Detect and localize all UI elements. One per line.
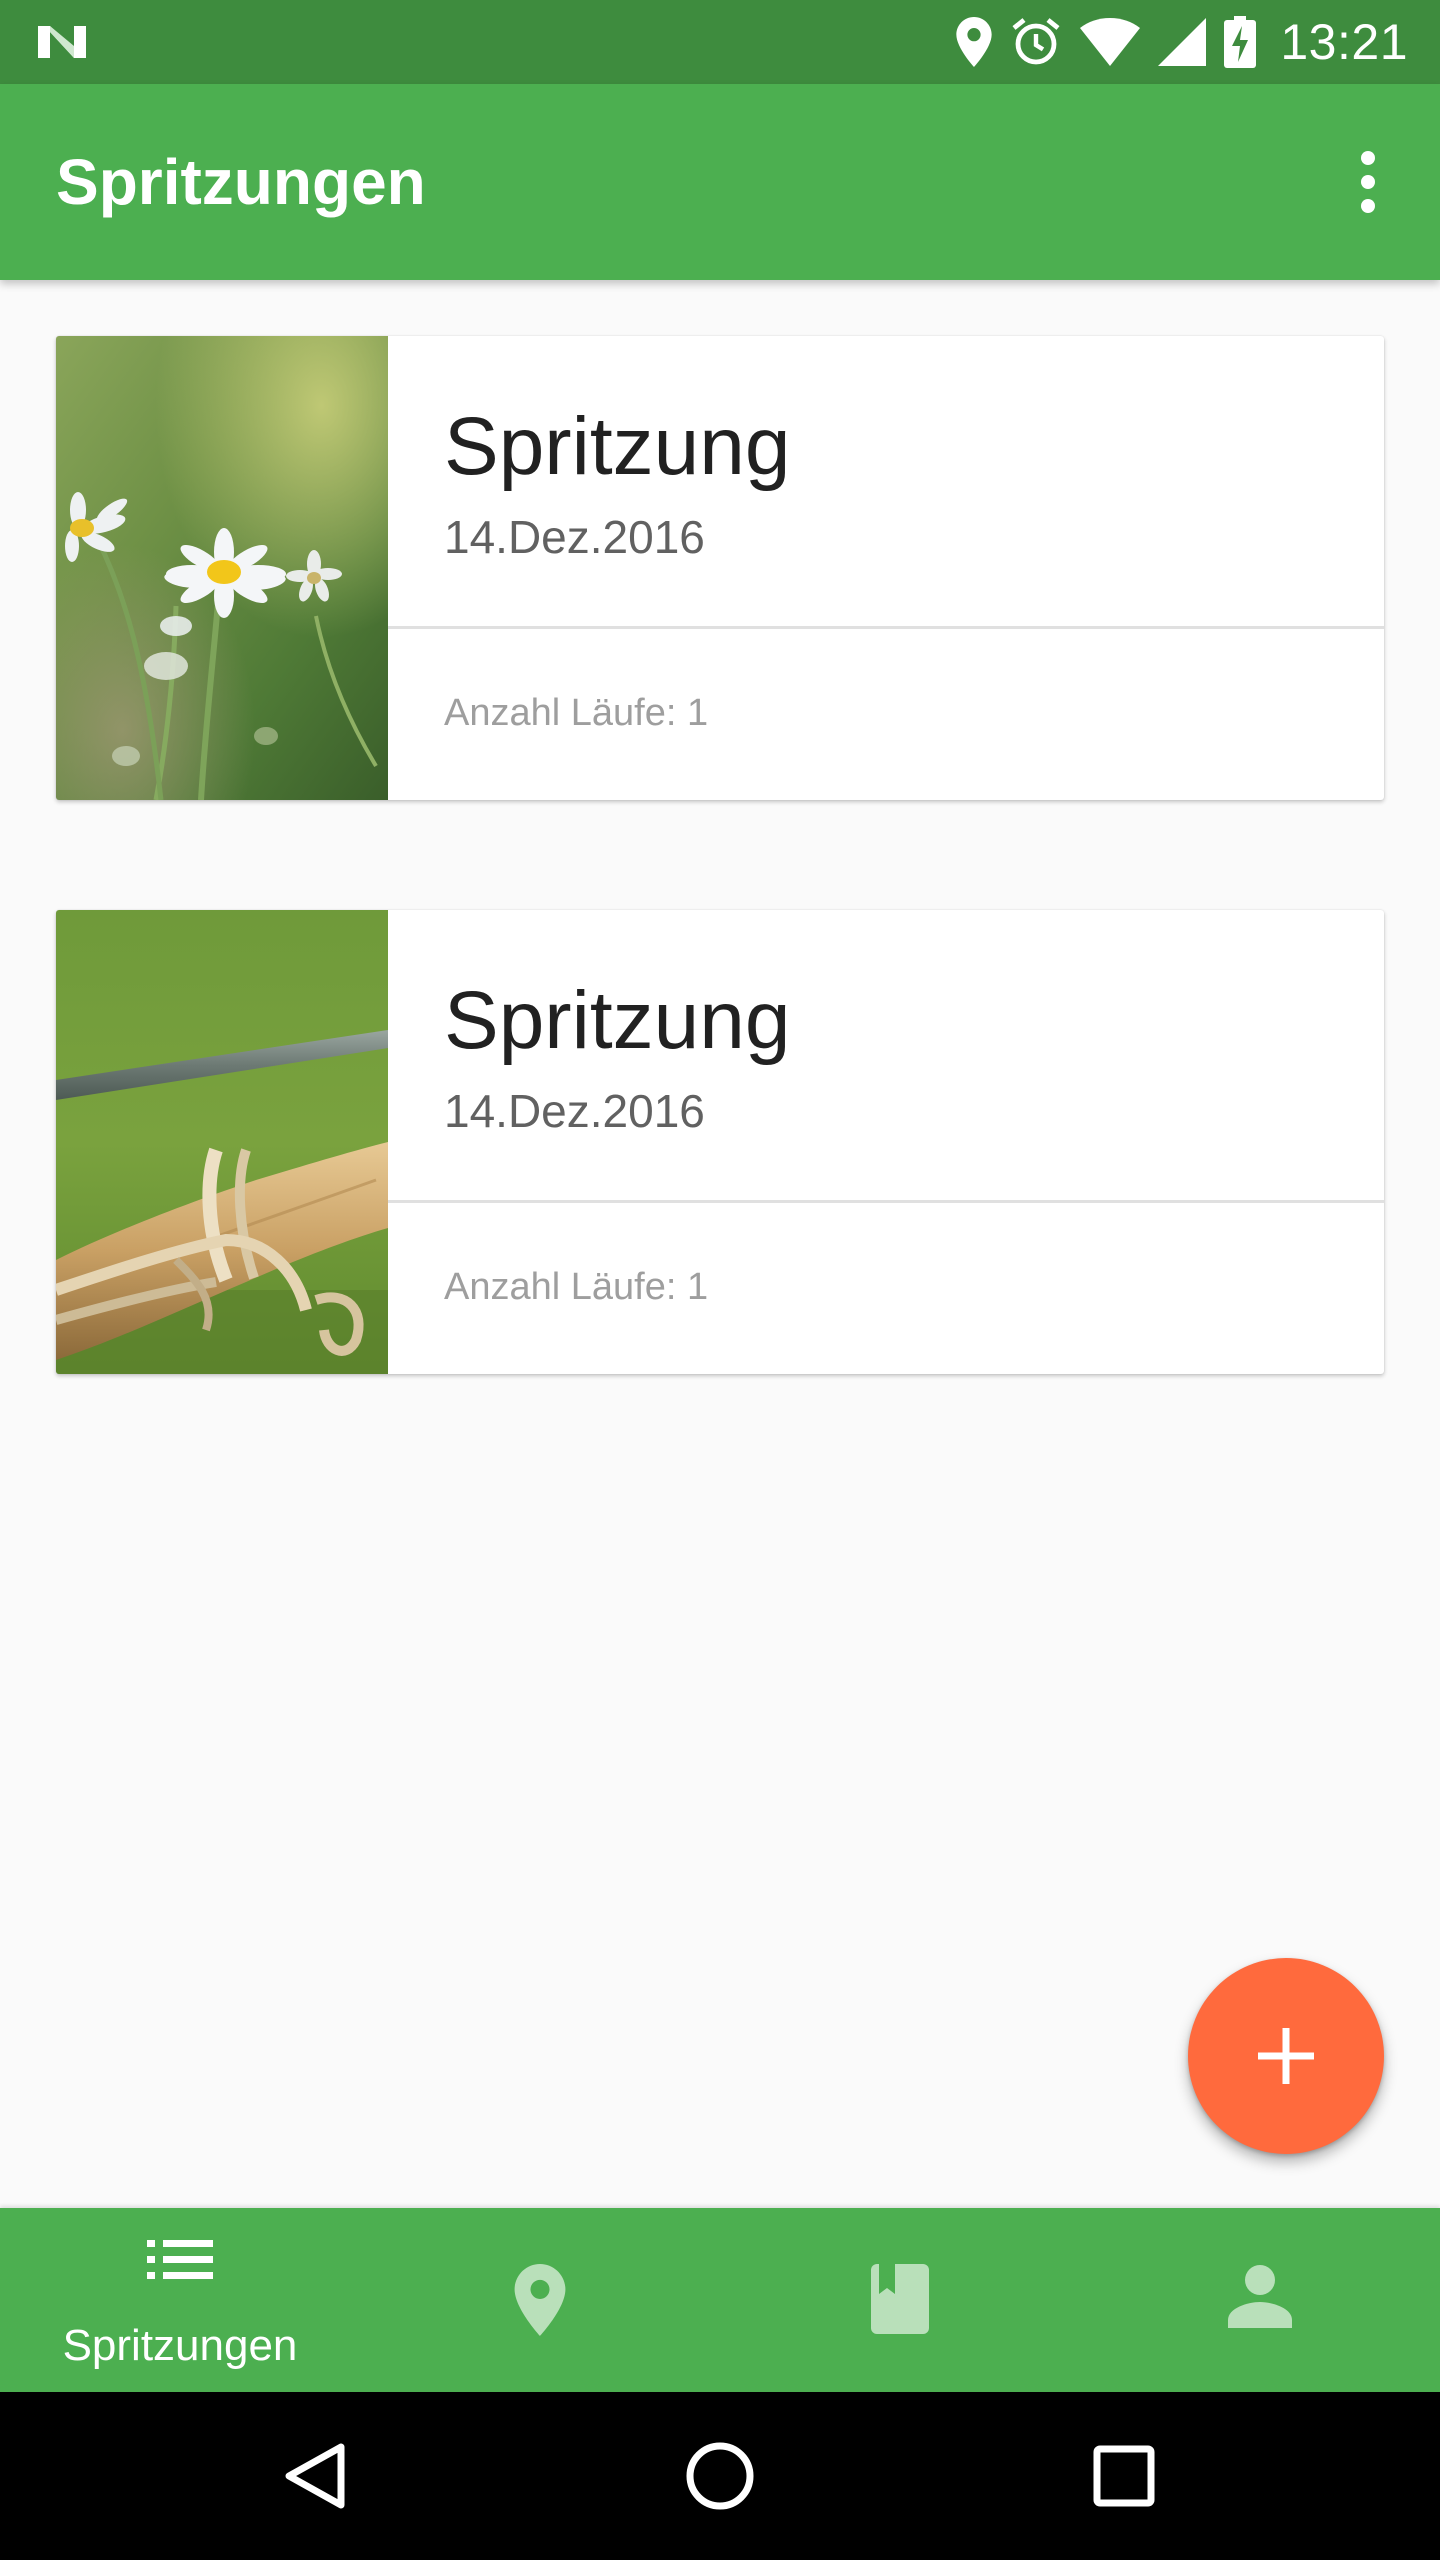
page-title: Spritzungen bbox=[56, 146, 426, 218]
alarm-icon bbox=[1012, 18, 1060, 65]
bottom-navigation: Spritzungen bbox=[0, 2208, 1440, 2392]
home-icon bbox=[686, 2442, 754, 2510]
person-icon bbox=[1228, 2265, 1292, 2328]
card-runs-count: Anzahl Läufe: 1 bbox=[444, 692, 709, 734]
status-time: 13:21 bbox=[1280, 14, 1408, 70]
card-title: Spritzung bbox=[444, 975, 791, 1066]
card-image-vine-wire bbox=[56, 910, 388, 1374]
status-bar: 13:21 bbox=[0, 0, 1440, 84]
card-divider bbox=[388, 626, 1384, 629]
more-vert-icon[interactable] bbox=[1328, 142, 1408, 222]
card-body: Spritzung 14.Dez.2016 Anzahl Läufe: 1 bbox=[388, 910, 1384, 1374]
battery-charging-icon bbox=[1224, 16, 1257, 68]
add-icon bbox=[1258, 2028, 1314, 2084]
home-button[interactable] bbox=[660, 2416, 780, 2536]
card-runs-count: Anzahl Läufe: 1 bbox=[444, 1266, 709, 1308]
card-title: Spritzung bbox=[444, 401, 791, 492]
app-bar: Spritzungen bbox=[0, 84, 1440, 280]
nav-label-spritzungen: Spritzungen bbox=[62, 2321, 298, 2370]
recents-button[interactable] bbox=[1064, 2416, 1184, 2536]
system-navigation-bar bbox=[0, 2392, 1440, 2560]
nav-item-spritzungen[interactable]: Spritzungen bbox=[0, 2208, 360, 2392]
card-date: 14.Dez.2016 bbox=[444, 511, 705, 563]
nav-item-locations[interactable] bbox=[360, 2208, 720, 2392]
recents-icon bbox=[1093, 2445, 1155, 2507]
notification-n-icon bbox=[38, 26, 86, 58]
card-body: Spritzung 14.Dez.2016 Anzahl Läufe: 1 bbox=[388, 336, 1384, 800]
wifi-icon bbox=[1080, 18, 1141, 66]
signal-icon bbox=[1158, 18, 1207, 66]
list-icon bbox=[147, 2240, 213, 2279]
nav-item-book[interactable] bbox=[720, 2208, 1080, 2392]
location-icon bbox=[956, 17, 993, 67]
status-icons: 13:21 bbox=[956, 0, 1408, 84]
spritzung-card[interactable]: Spritzung 14.Dez.2016 Anzahl Läufe: 1 bbox=[56, 336, 1384, 800]
book-icon bbox=[871, 2264, 929, 2334]
back-button[interactable] bbox=[256, 2416, 376, 2536]
card-divider bbox=[388, 1200, 1384, 1203]
back-icon bbox=[285, 2443, 345, 2509]
location-pin-icon bbox=[514, 2264, 566, 2336]
card-date: 14.Dez.2016 bbox=[444, 1085, 705, 1137]
spritzung-card[interactable]: Spritzung 14.Dez.2016 Anzahl Läufe: 1 bbox=[56, 910, 1384, 1374]
nav-item-profile[interactable] bbox=[1080, 2208, 1440, 2392]
add-spritzung-button[interactable] bbox=[1188, 1958, 1384, 2154]
card-image-daisy bbox=[56, 336, 388, 800]
